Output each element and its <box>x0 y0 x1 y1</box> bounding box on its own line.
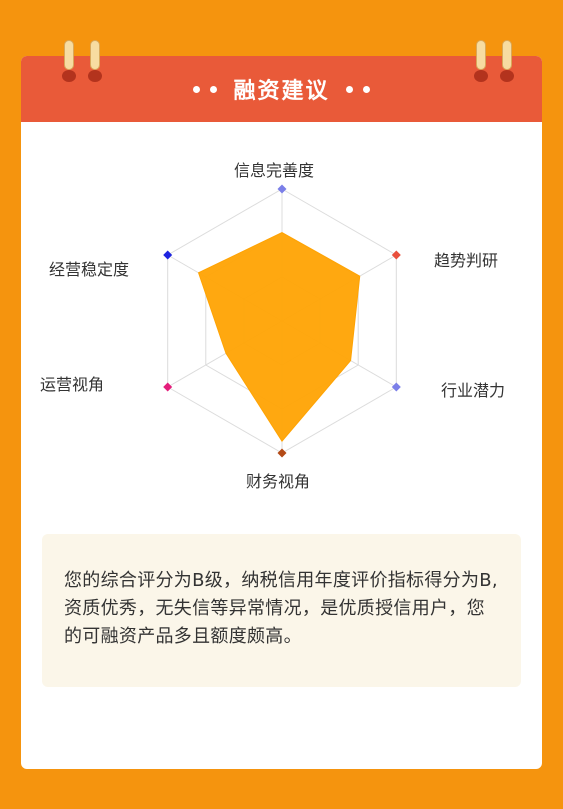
axis-marker-icon <box>277 448 287 458</box>
axis-marker-icon <box>163 250 173 260</box>
radar-chart: 信息完善度趋势判研行业潜力财务视角 运营视角 经营稳定度 <box>21 140 542 520</box>
suggestion-note: 您的综合评分为B级，纳税信用年度评价指标得分为B,资质优秀，无失信等异常情况，是… <box>42 534 521 687</box>
radar-svg <box>163 184 401 458</box>
radar-axis-label: 运营视角 <box>40 375 105 394</box>
radar-data-area <box>197 231 361 442</box>
binder-ring-left-2 <box>88 40 102 82</box>
radar-axis-label: 趋势判研 <box>434 251 499 270</box>
note-text: 您的综合评分为B级，纳税信用年度评价指标得分为B,资质优秀，无失信等异常情况，是… <box>64 570 498 647</box>
radar-axis-label: 行业潜力 <box>441 381 506 400</box>
dot-icon <box>210 85 218 93</box>
binder-ring-right-2 <box>500 40 514 82</box>
card-title: 融资建议 <box>233 79 330 104</box>
axis-marker-icon <box>163 382 173 392</box>
dot-icon <box>345 85 353 93</box>
binder-ring-right-1 <box>474 40 488 82</box>
radar-axis-label: 财务视角 <box>246 472 311 491</box>
header-dots-left <box>193 85 218 93</box>
radar-axis-label: 经营稳定度 <box>49 260 130 279</box>
header-dots-right <box>345 85 370 93</box>
dot-icon <box>193 85 201 93</box>
axis-marker-icon <box>391 250 401 260</box>
axis-marker-icon <box>391 382 401 392</box>
dot-icon <box>362 85 370 93</box>
radar-axis-label: 信息完善度 <box>234 161 315 180</box>
axis-marker-icon <box>277 184 287 194</box>
binder-ring-left-1 <box>62 40 76 82</box>
